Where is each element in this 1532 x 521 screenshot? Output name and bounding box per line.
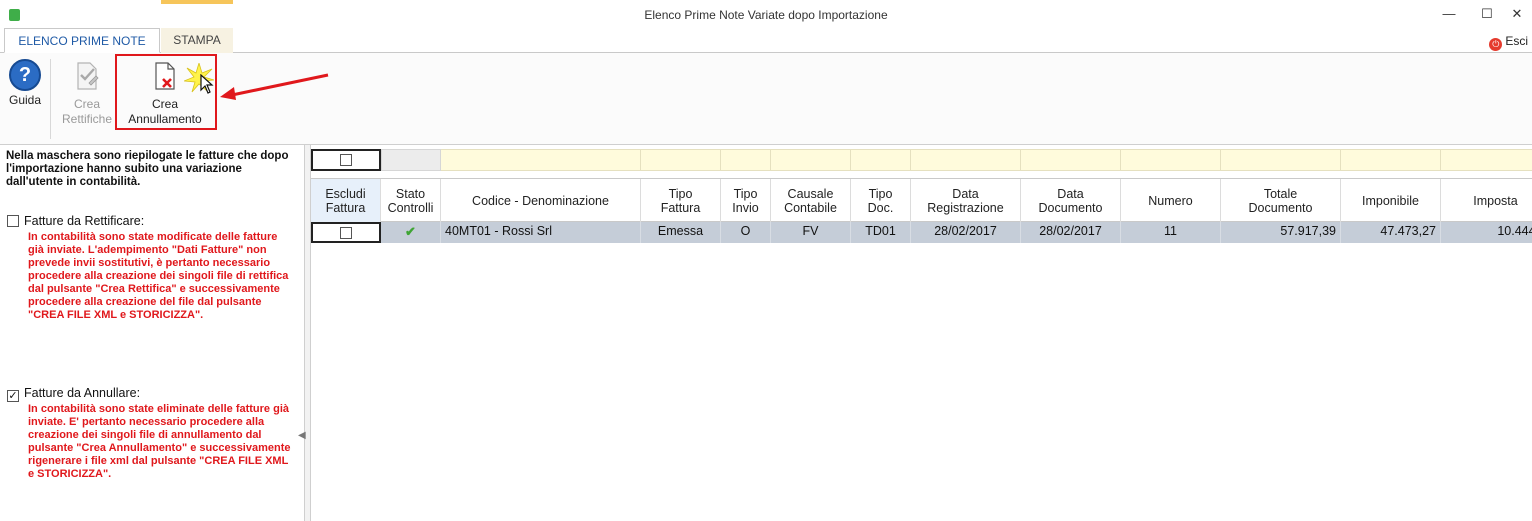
col-codice-denominazione[interactable]: Codice - Denominazione [441,179,641,222]
tab-bar: ELENCO PRIME NOTE STAMPA [0,28,1532,53]
close-button[interactable]: ✕ [1506,4,1528,24]
document-edit-icon [77,62,99,90]
tab-stampa[interactable]: STAMPA [161,28,233,53]
col-imposta[interactable]: Imposta [1441,179,1532,222]
col-causale-label-2: Contabile [784,200,837,215]
rettificare-description: In contabilità sono state modificate del… [28,231,289,321]
ribbon-toolbar: ? Guida Crea Rettifiche Crea Annullament… [0,53,1532,145]
filter-imposta-cell[interactable] [1441,149,1532,171]
cell-tipo-fattura: Emessa [641,222,721,243]
filter-numero-cell[interactable] [1121,149,1221,171]
option-fatture-da-annullare[interactable]: ✓ Fatture da Annullare: [7,386,140,402]
col-data-doc-label-2: Documento [1038,200,1103,215]
annullare-description: In contabilità sono state eliminate dell… [28,403,291,480]
col-tipo-doc-label-2: Doc. [867,200,894,215]
col-stato-label-2: Controlli [387,200,434,215]
col-data-registrazione[interactable]: Data Registrazione [911,179,1021,222]
row-escludi-checkbox[interactable] [340,227,352,239]
cell-escludi[interactable] [311,222,381,243]
cell-totale: 57.917,39 [1221,222,1341,243]
col-numero[interactable]: Numero [1121,179,1221,222]
cell-imposta: 10.444,1 [1441,222,1532,243]
ribbon-separator [50,59,51,139]
col-stato-controlli[interactable]: Stato Controlli [381,179,441,222]
filter-data-reg-cell[interactable] [911,149,1021,171]
cell-stato: ✔ [381,222,441,243]
tab-elenco-prime-note[interactable]: ELENCO PRIME NOTE [4,28,160,53]
col-escludi-label-1: Escludi [325,186,366,201]
filter-tipo-invio-cell[interactable] [721,149,771,171]
intro-text: Nella maschera sono riepilogate le fattu… [6,150,289,188]
col-tipo-fattura-label-1: Tipo [668,186,693,201]
checkbox-rettificare[interactable] [7,215,19,227]
col-escludi-fattura[interactable]: Escludi Fattura [311,179,381,222]
check-ok-icon: ✔ [405,224,416,239]
fatture-grid: Escludi Fattura Stato Controlli Codice - D… [311,145,1532,521]
col-totale-label-1: Totale [1263,186,1298,201]
filter-stato-cell [381,149,441,171]
title-bar: Elenco Prime Note Variate dopo Importazi… [0,0,1532,30]
esci-label: Esci [1505,34,1528,48]
cell-codice: 40MT01 - Rossi Srl [441,222,641,243]
col-totale-label-2: Documento [1248,200,1313,215]
filter-escludi-cell[interactable] [311,149,381,171]
col-tipo-fattura-label-2: Fattura [660,200,701,215]
filter-escludi-checkbox[interactable] [340,154,352,166]
col-tipo-invio[interactable]: Tipo Invio [721,179,771,222]
cell-tipo-invio: O [721,222,771,243]
col-causale-label-1: Causale [787,186,834,201]
cell-imponibile: 47.473,27 [1341,222,1441,243]
esci-button[interactable]: ⏻ Esci [1489,32,1528,51]
option-fatture-da-rettificare[interactable]: Fatture da Rettificare: [7,214,144,228]
cell-causale: FV [771,222,851,243]
table-row[interactable]: ✔ 40MT01 - Rossi Srl Emessa O FV TD01 28… [311,222,1532,243]
info-panel: Nella maschera sono riepilogate le fattu… [0,145,305,521]
col-data-reg-label-2: Registrazione [927,200,1004,215]
filter-tipo-fattura-cell[interactable] [641,149,721,171]
mouse-pointer-icon [200,74,214,94]
col-imponibile[interactable]: Imponibile [1341,179,1441,222]
grid-header: Escludi Fattura Stato Controlli Codice - D… [311,178,1532,222]
exit-icon: ⏻ [1489,38,1503,51]
filter-tipo-doc-cell[interactable] [851,149,911,171]
col-tipo-invio-label-1: Tipo [733,186,758,201]
crea-rettifiche-label-2: Rettifiche [61,112,113,126]
cell-numero: 11 [1121,222,1221,243]
app-window: Elenco Prime Note Variate dopo Importazi… [0,0,1532,521]
col-tipo-doc-label-1: Tipo [868,186,893,201]
crea-rettifiche-button[interactable]: Crea Rettifiche [56,59,118,127]
cell-data-registrazione: 28/02/2017 [911,222,1021,243]
minimize-button[interactable]: — [1438,4,1460,24]
guida-button[interactable]: ? Guida [4,59,46,108]
filter-imponibile-cell[interactable] [1341,149,1441,171]
guida-label: Guida [8,93,42,107]
filter-codice-cell[interactable] [441,149,641,171]
filter-row [311,149,1532,171]
option-rettificare-label: Fatture da Rettificare: [24,214,145,228]
col-data-doc-label-1: Data [1057,186,1084,201]
collapse-arrow-icon[interactable]: ◀ [298,430,308,452]
window-title: Elenco Prime Note Variate dopo Importazi… [644,8,888,22]
col-data-documento[interactable]: Data Documento [1021,179,1121,222]
option-annullare-label: Fatture da Annullare: [24,386,141,400]
col-tipo-invio-label-2: Invio [732,200,759,215]
cell-data-documento: 28/02/2017 [1021,222,1121,243]
col-totale-documento[interactable]: Totale Documento [1221,179,1341,222]
col-tipo-doc[interactable]: Tipo Doc. [851,179,911,222]
col-data-reg-label-1: Data [952,186,979,201]
col-causale-contabile[interactable]: Causale Contabile [771,179,851,222]
col-tipo-fattura[interactable]: Tipo Fattura [641,179,721,222]
cell-tipo-doc: TD01 [851,222,911,243]
help-icon: ? [9,59,41,91]
crea-rettifiche-label-1: Crea [73,97,100,111]
col-escludi-label-2: Fattura [325,200,366,215]
annotation-arrow-icon [220,73,329,100]
filter-data-doc-cell[interactable] [1021,149,1121,171]
filter-causale-cell[interactable] [771,149,851,171]
col-stato-label-1: Stato [395,186,426,201]
maximize-button[interactable]: ☐ [1476,4,1498,24]
stampa-tab-accent [161,0,233,4]
checkbox-annullare[interactable]: ✓ [7,390,19,402]
filter-totale-cell[interactable] [1221,149,1341,171]
